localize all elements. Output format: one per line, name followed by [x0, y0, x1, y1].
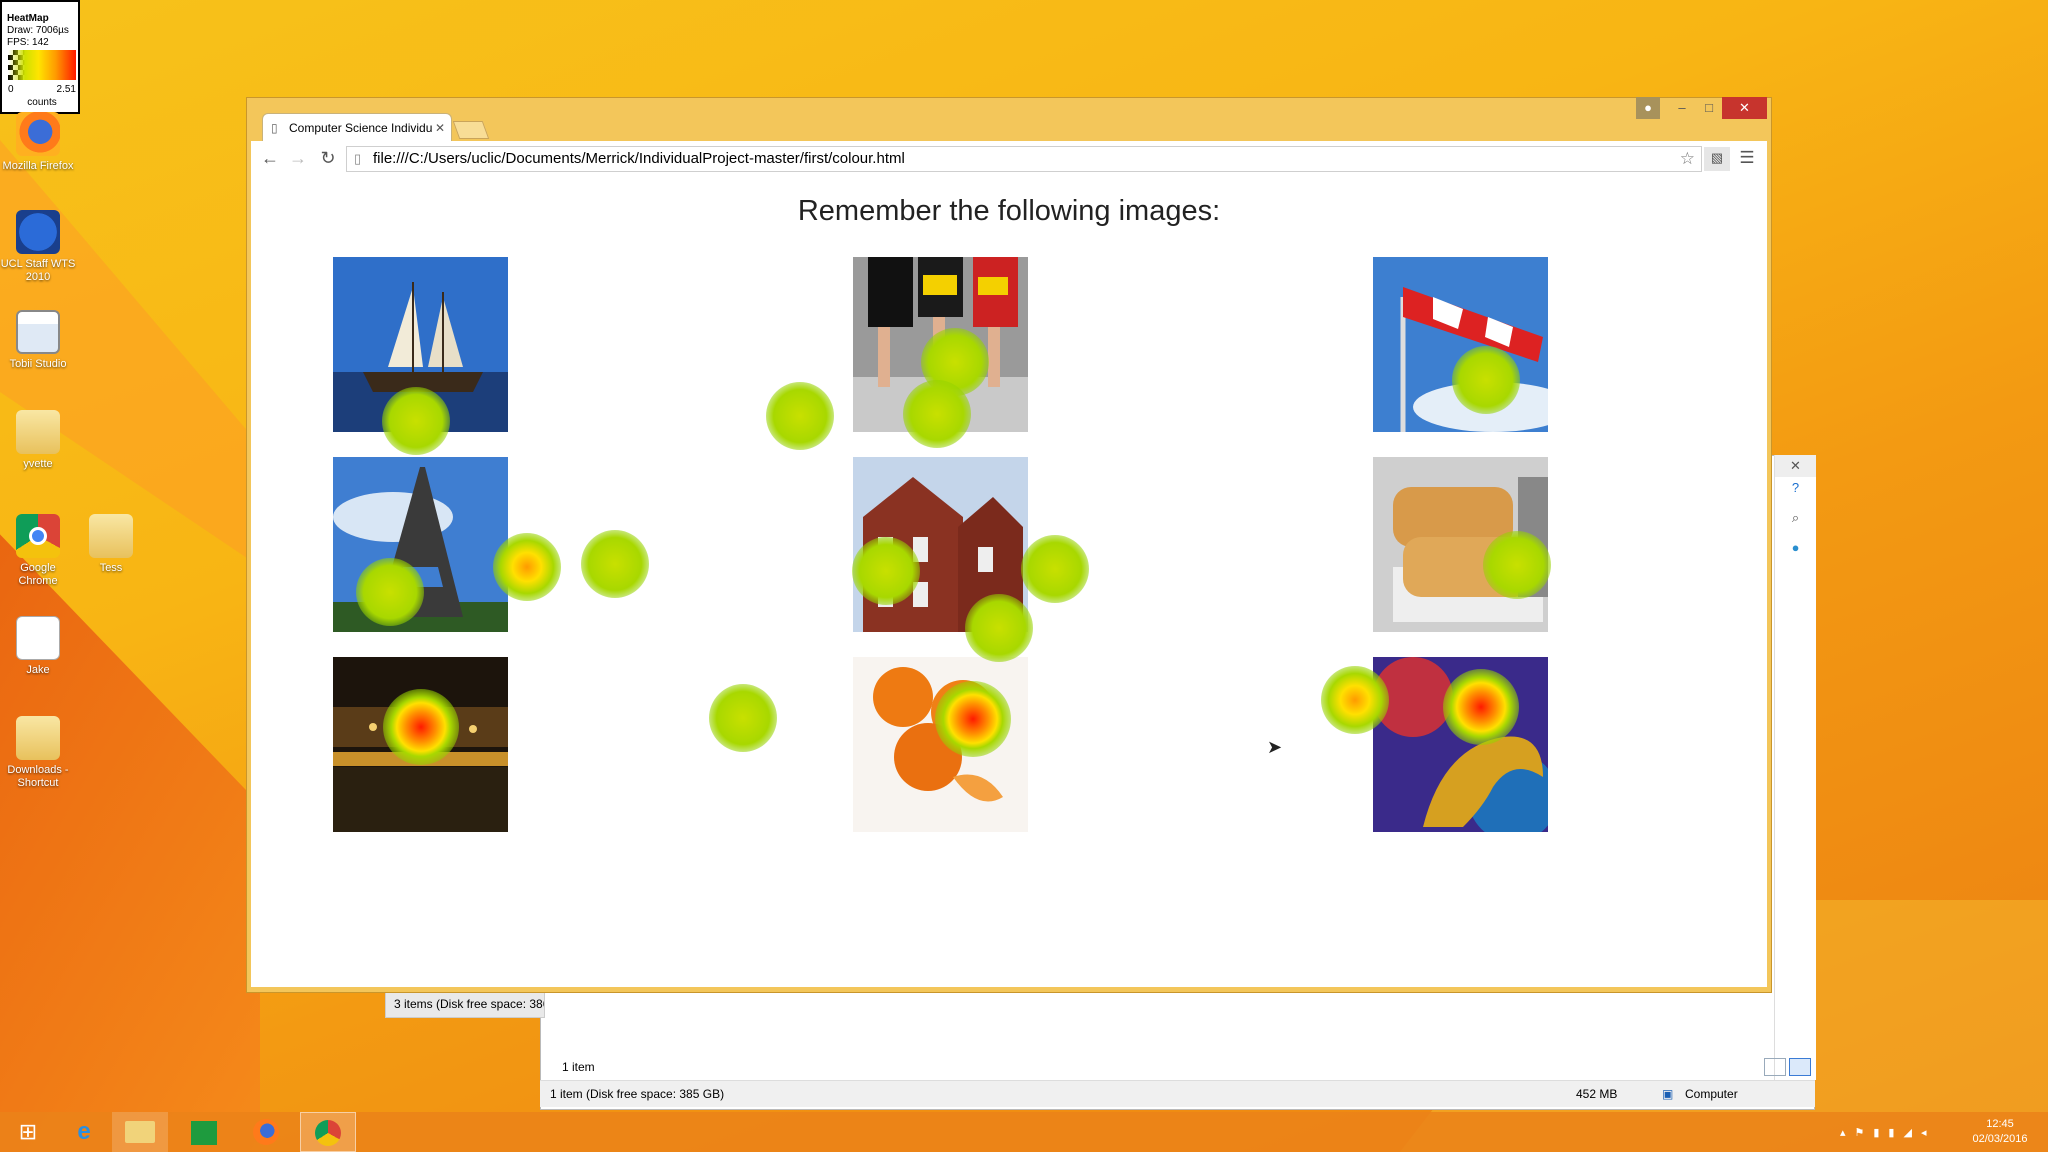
internet-explorer-icon[interactable]: e: [56, 1112, 112, 1152]
network-icon[interactable]: ●: [1775, 537, 1816, 567]
desktop-icon-label: Jake: [26, 664, 50, 676]
large-icons-view-icon[interactable]: [1789, 1058, 1811, 1076]
firefox-icon: [16, 112, 60, 156]
search-icon[interactable]: ⌕: [1775, 507, 1816, 537]
heatmap-range-min: 0: [8, 84, 14, 95]
new-tab-button[interactable]: [452, 121, 490, 139]
tab-close-icon[interactable]: ✕: [435, 114, 445, 141]
tobii-studio-icon: [16, 310, 60, 354]
desktop-icon-yvette[interactable]: yvette: [0, 410, 76, 471]
tab-title: Computer Science Individu: [289, 121, 433, 135]
maximize-button[interactable]: □: [1697, 97, 1721, 119]
explorer-status-bar: 1 item (Disk free space: 385 GB) 452 MB …: [540, 1080, 1815, 1107]
windows-start-icon[interactable]: ⊞: [0, 1112, 56, 1152]
profile-icon[interactable]: ●: [1636, 97, 1660, 119]
desktop-icon-label: Tess: [99, 562, 123, 574]
explorer-status-text: 1 item (Disk free space: 385 GB): [550, 1087, 725, 1101]
explorer-ribbon-side: ✕ ? ⌕ ●: [1774, 455, 1816, 1080]
desktop-icon-downloads-shortcut[interactable]: Downloads - Shortcut: [0, 716, 76, 790]
heatmap-draw-time: Draw: 7006µs: [7, 25, 69, 36]
mouse-cursor: ➤: [1267, 737, 1283, 757]
heatmap-title: HeatMap: [7, 13, 49, 24]
image-toast: [1373, 457, 1548, 632]
explorer-close-icon[interactable]: ✕: [1775, 455, 1816, 477]
desktop-icon-tess[interactable]: Tess: [73, 514, 149, 575]
heatmap-unit: counts: [27, 97, 57, 108]
image-windsock: [1373, 257, 1548, 432]
explorer-left-status: 3 items (Disk free space: 386: [385, 990, 545, 1018]
heatmap-range: 0 2.51: [8, 84, 76, 96]
desktop-icon-label: Google Chrome: [18, 562, 58, 587]
desktop-icon-ucl-staff-wts[interactable]: UCL Staff WTS 2010: [0, 210, 76, 284]
clock-time: 12:45: [1986, 1118, 2014, 1130]
address-bar-url: file:///C:/Users/uclic/Documents/Merrick…: [373, 150, 905, 167]
explorer-status-location: Computer: [1685, 1087, 1738, 1101]
desktop-icon-jake[interactable]: Jake: [0, 616, 76, 677]
clock-date: 02/03/2016: [1972, 1133, 2028, 1145]
chrome-icon: [16, 514, 60, 558]
bookmark-star-icon[interactable]: ☆: [1680, 147, 1695, 171]
back-icon[interactable]: ←: [258, 147, 282, 171]
image-marathon-runners: [853, 257, 1028, 432]
desktop-icon-label: yvette: [23, 458, 53, 470]
folder-icon: [16, 410, 60, 454]
desktop-icon-firefox[interactable]: Mozilla Firefox: [0, 112, 76, 173]
reload-icon[interactable]: ↻: [316, 147, 340, 171]
heatmap-legend-widget: HeatMap Draw: 7006µs FPS: 142 0 2.51 cou…: [0, 0, 80, 114]
desktop-icon-google-chrome[interactable]: Google Chrome: [0, 514, 76, 588]
heatmap-range-max: 2.51: [56, 84, 76, 95]
explorer-item-count: 1 item: [562, 1060, 595, 1074]
image-oranges: [853, 657, 1028, 832]
minimize-button[interactable]: –: [1670, 97, 1694, 119]
image-eiffel-tower: [333, 457, 508, 632]
store-icon[interactable]: [176, 1112, 232, 1152]
menu-icon[interactable]: ☰: [1734, 147, 1760, 171]
remote-desktop-icon: [16, 210, 60, 254]
extension-icon[interactable]: ▧: [1704, 147, 1730, 171]
heatmap-color-scale: [8, 50, 76, 80]
downloads-folder-icon: [16, 716, 60, 760]
page-heading: Remember the following images:: [797, 195, 1221, 227]
desktop-icon-label: Tobii Studio: [9, 358, 67, 370]
image-brick-houses: [853, 457, 1028, 632]
desktop-icon-label: UCL Staff WTS 2010: [0, 258, 76, 283]
close-button[interactable]: ✕: [1722, 97, 1767, 119]
tab-active[interactable]: ▯ Computer Science Individu ✕: [262, 113, 452, 141]
forward-icon[interactable]: →: [286, 147, 310, 171]
computer-icon: ▣: [1662, 1087, 1674, 1101]
details-view-icon[interactable]: [1764, 1058, 1786, 1076]
image-dragon: [1373, 657, 1548, 832]
page-icon: ▯: [271, 121, 278, 135]
address-bar[interactable]: ▯ file:///C:/Users/uclic/Documents/Merri…: [346, 146, 1702, 172]
document-icon: [16, 616, 60, 660]
explorer-status-size: 452 MB: [1576, 1087, 1618, 1101]
system-tray-icons[interactable]: ▴⚑▮▮◢◂: [1840, 1126, 1935, 1139]
desktop-icon-label: Mozilla Firefox: [2, 160, 74, 172]
page-icon: ▯: [354, 151, 362, 166]
desktop-icon-label: Downloads - Shortcut: [7, 764, 69, 789]
desktop-icon-tobii-studio[interactable]: Tobii Studio: [0, 310, 76, 371]
image-city-bridge-night: [333, 657, 508, 832]
firefox-taskbar-icon[interactable]: [238, 1112, 294, 1152]
help-icon[interactable]: ?: [1775, 477, 1816, 507]
heatmap-fps: FPS: 142: [7, 37, 49, 48]
folder-icon: [89, 514, 133, 558]
image-sailing-ship: [333, 257, 508, 432]
chrome-taskbar-icon[interactable]: [300, 1112, 356, 1152]
file-explorer-icon[interactable]: [112, 1112, 168, 1152]
clock[interactable]: 12:45 02/03/2016: [1960, 1117, 2040, 1147]
